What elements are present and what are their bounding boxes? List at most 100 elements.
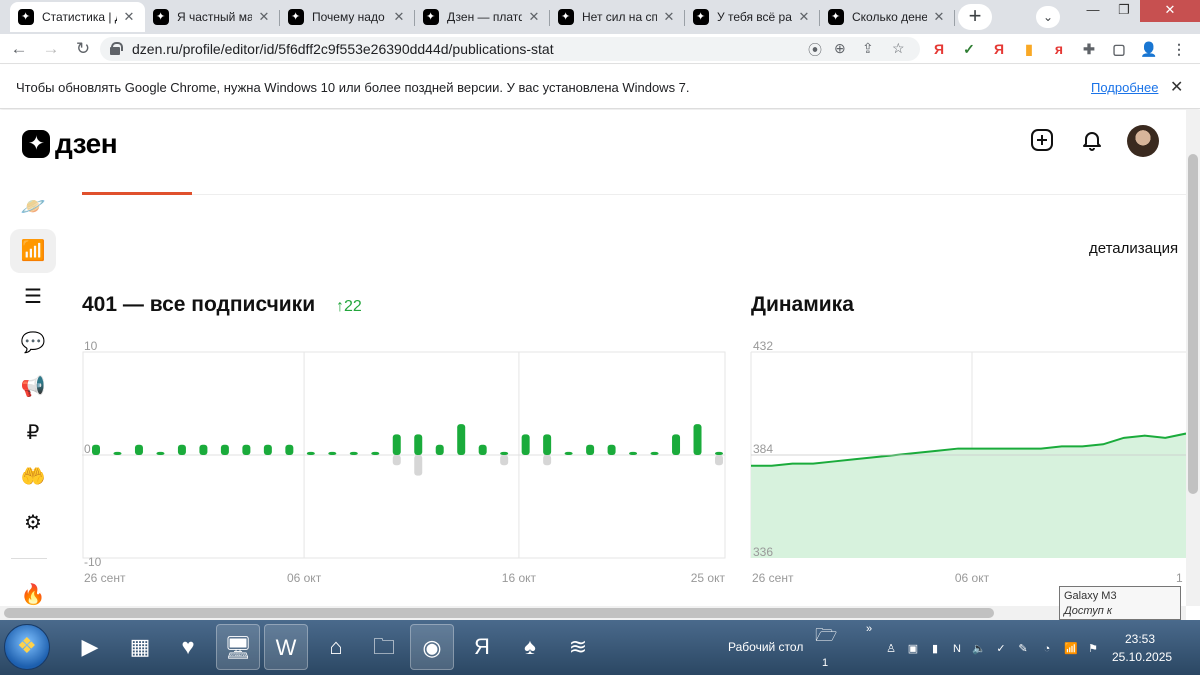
bookmark-star-icon[interactable]: ☆ [892, 40, 905, 57]
tab-title: Нет сил на спу [582, 10, 657, 24]
browser-tab[interactable]: Я частный мас ✕ [145, 2, 280, 32]
infobar-more-link[interactable]: Подробнее [1091, 80, 1158, 95]
back-button[interactable]: ← [8, 38, 30, 60]
tab-title: Дзен — платф [447, 10, 522, 24]
bar-positive [693, 424, 702, 455]
dzen-favicon-icon [18, 9, 34, 25]
update-infobar: Чтобы обновлять Google Chrome, нужна Win… [0, 65, 1200, 109]
word-icon[interactable]: W [264, 624, 308, 670]
close-tab-icon[interactable]: ✕ [931, 9, 947, 25]
browser-tab[interactable]: Почему надо с ✕ [280, 2, 415, 32]
extension-icon[interactable]: 👤 [1140, 40, 1158, 58]
reload-button[interactable]: ↻ [72, 38, 94, 60]
minimize-button[interactable]: — [1078, 0, 1108, 22]
desktop-toolbar-label[interactable]: Рабочий стол [728, 640, 803, 654]
show-more-icon[interactable]: » [862, 622, 876, 636]
new-tab-button[interactable]: + [958, 4, 992, 30]
bar-negative [715, 455, 723, 466]
zoom-icon[interactable]: ⊕ [834, 40, 846, 57]
y-tick-label: 10 [84, 339, 98, 353]
bar-positive [242, 444, 251, 455]
sync-tray-icon[interactable]: ◔ [1040, 642, 1054, 656]
extension-icon[interactable]: я [1050, 40, 1068, 58]
signal-tray-icon[interactable]: ▮ [928, 642, 942, 656]
chrome-icon[interactable]: ◉ [410, 624, 454, 670]
maximize-button[interactable]: ❐ [1110, 0, 1138, 22]
system-clock[interactable]: 23:53 25.10.2025 [1112, 630, 1172, 666]
dzen-logo-icon [22, 130, 50, 158]
planet-icon[interactable]: 🪐 [10, 185, 56, 229]
layers-icon[interactable]: ☰ [10, 275, 56, 319]
check-tray-icon[interactable]: ✓ [994, 642, 1008, 656]
bar-negative [500, 455, 509, 466]
extension-icon[interactable]: ✚ [1080, 40, 1098, 58]
hearts-game-icon[interactable]: ♥ [166, 624, 210, 670]
solitaire-icon[interactable]: ♠ [508, 624, 552, 670]
display-tray-icon[interactable]: ▣ [906, 642, 920, 656]
vertical-scroll-thumb[interactable] [1188, 154, 1198, 494]
folder-tray-icon[interactable]: 🗁 [815, 626, 837, 652]
gear-icon[interactable]: ⚙ [10, 501, 56, 545]
browser-tab[interactable]: Дзен — платф ✕ [415, 2, 550, 32]
calculator-icon[interactable]: ▦ [118, 624, 162, 670]
horizontal-scroll-thumb[interactable] [4, 608, 994, 618]
infobar-close-icon[interactable]: ✕ [1170, 77, 1183, 97]
details-link[interactable]: детализация [1089, 240, 1178, 257]
wifi-signal-icon[interactable]: 📶 [1064, 642, 1078, 656]
location-icon[interactable]: ⦿ [808, 40, 822, 60]
onenote-tray-icon[interactable]: N [950, 642, 964, 656]
bar-positive [92, 444, 100, 455]
horizontal-scrollbar[interactable] [0, 606, 1186, 620]
address-bar[interactable]: dzen.ru/profile/editor/id/5f6dff2c9f553e… [100, 37, 920, 61]
remote-desktop-icon[interactable]: 🖥 [216, 624, 260, 670]
bar-positive [500, 451, 509, 455]
close-tab-icon[interactable]: ✕ [796, 9, 812, 25]
start-button[interactable] [4, 624, 50, 670]
extension-icon[interactable]: Я [930, 40, 948, 58]
dzen-logo[interactable]: дзен [22, 128, 118, 160]
browser-tab[interactable]: У тебя всё рав ✕ [685, 2, 820, 32]
comment-icon[interactable]: 💬 [10, 321, 56, 365]
folder-icon[interactable]: 🗀 [362, 624, 406, 670]
farm-game-icon[interactable]: ⌂ [314, 624, 358, 670]
vertical-scrollbar[interactable] [1186, 110, 1200, 606]
x-tick-label: 26 сент [84, 571, 126, 585]
close-tab-icon[interactable]: ✕ [526, 9, 542, 25]
share-icon[interactable]: ⇪ [862, 40, 874, 57]
extension-icon[interactable]: ✓ [960, 40, 978, 58]
avatar[interactable] [1127, 125, 1159, 157]
megaphone-icon[interactable]: 📢 [10, 365, 56, 409]
browser-tab[interactable]: Сколько денег ✕ [820, 2, 955, 32]
pen-tray-icon[interactable]: ✎ [1016, 642, 1030, 656]
tab-search-button[interactable]: ⌄ [1036, 6, 1060, 28]
yandex-browser-icon[interactable]: Я [460, 624, 504, 670]
browser-tab[interactable]: Нет сил на спу ✕ [550, 2, 685, 32]
close-tab-icon[interactable]: ✕ [121, 9, 137, 25]
forward-button[interactable]: → [40, 38, 62, 60]
bar-positive [672, 434, 681, 455]
close-tab-icon[interactable]: ✕ [391, 9, 407, 25]
add-publication-button[interactable] [1027, 128, 1057, 158]
extension-icon[interactable]: ▢ [1110, 40, 1128, 58]
browser-tab[interactable]: Статистика | Д ✕ [10, 2, 145, 32]
tab-separator [954, 10, 955, 26]
stats-icon[interactable]: 📶 [10, 229, 56, 273]
volume-icon[interactable]: 🔈 [972, 642, 986, 656]
heart-hand-icon[interactable]: 🤲 [10, 455, 56, 499]
close-tab-icon[interactable]: ✕ [661, 9, 677, 25]
lock-icon [110, 42, 123, 55]
notifications-button[interactable] [1077, 128, 1107, 158]
extension-icon[interactable]: ▮ [1020, 40, 1038, 58]
y-tick-label: 432 [753, 339, 773, 353]
extension-icon[interactable]: ⋮ [1170, 40, 1188, 58]
lock-tray-icon[interactable]: ♙ [884, 642, 898, 656]
fire-icon[interactable]: 🔥 [10, 573, 56, 606]
extension-icon[interactable]: Я [990, 40, 1008, 58]
network-app-icon[interactable]: ≋ [556, 624, 600, 670]
close-tab-icon[interactable]: ✕ [256, 9, 272, 25]
ruble-icon[interactable]: ₽ [10, 411, 56, 455]
close-window-button[interactable]: ✕ [1140, 0, 1200, 22]
media-player-icon[interactable]: ▶ [68, 624, 112, 670]
y-tick-label: 336 [753, 545, 773, 559]
flag-tray-icon[interactable]: ⚑ [1086, 642, 1100, 656]
